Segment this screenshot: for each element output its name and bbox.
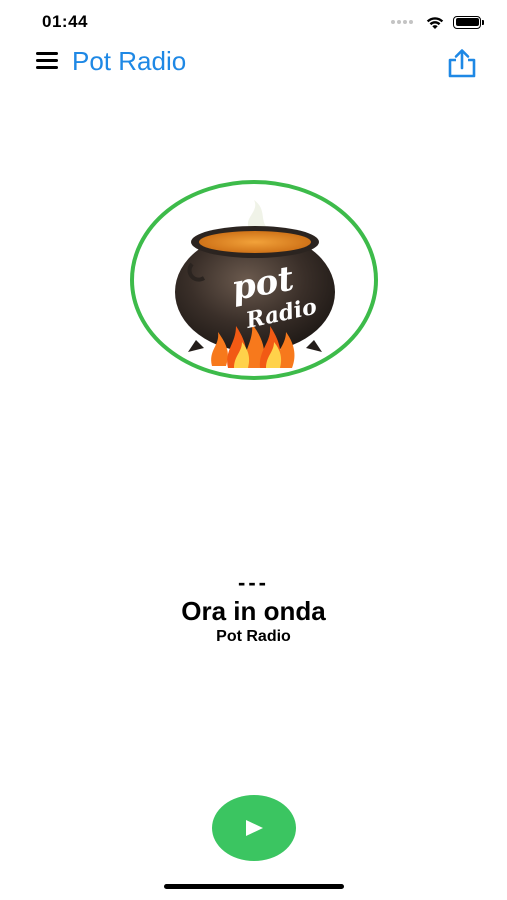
nav-title: Pot Radio [72, 46, 187, 76]
status-time: 01:44 [42, 12, 88, 31]
track-placeholder: --- [238, 570, 269, 595]
status-icons [391, 14, 484, 30]
hamburger-menu-icon[interactable] [36, 52, 58, 70]
wifi-icon [426, 17, 444, 29]
battery-icon [453, 15, 484, 29]
pot-radio-logo-image: pot Radio [130, 180, 378, 380]
signal-icon [391, 20, 415, 24]
now-playing-title: Ora in onda [181, 596, 326, 626]
share-icon[interactable] [445, 48, 479, 78]
app-screen: 01:44 Pot Radio pot Radio --- Ora in ond… [0, 0, 507, 900]
station-name: Pot Radio [216, 628, 291, 645]
play-button[interactable] [212, 795, 296, 861]
station-logo: pot Radio [130, 180, 378, 380]
play-icon [246, 820, 263, 836]
home-indicator[interactable] [164, 884, 344, 889]
